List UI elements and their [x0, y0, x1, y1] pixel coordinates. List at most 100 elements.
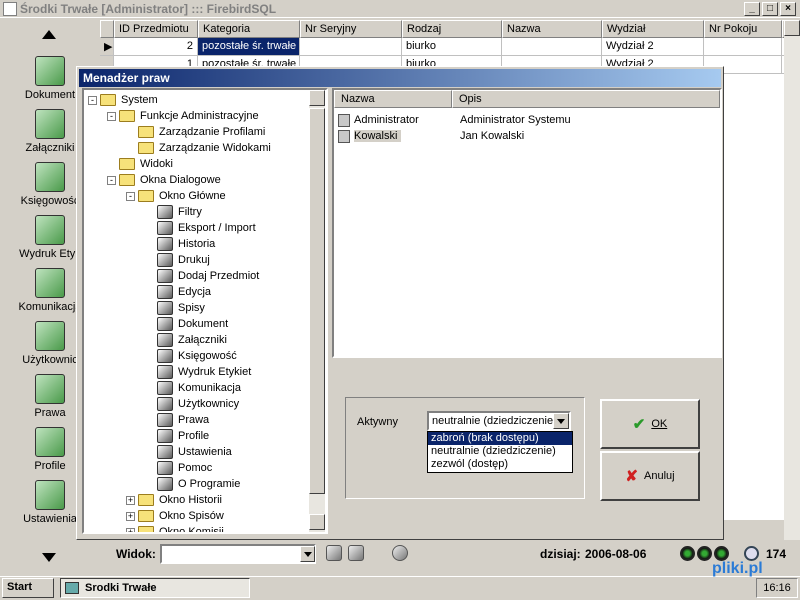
user-description: Jan Kowalski — [460, 130, 525, 142]
close-button[interactable]: × — [780, 2, 796, 16]
tree-node[interactable]: - Okno Główne — [126, 188, 228, 204]
user-row[interactable]: Administrator — [338, 112, 419, 128]
folder-icon — [138, 126, 154, 138]
users-list[interactable]: Nazwa Opis Administrator Administrator Sy… — [332, 88, 722, 358]
rights-tree[interactable]: - System - Funkcje Administracyjne Zarządzan… — [82, 88, 328, 534]
grid-column-header[interactable]: Kategoria — [198, 20, 300, 38]
view-combobox[interactable] — [160, 544, 316, 564]
tree-node[interactable]: Zarządzanie Widokami — [126, 140, 273, 156]
tree-node-label: Historia — [178, 238, 216, 250]
tree-scrollbar[interactable] — [309, 90, 325, 532]
cancel-button[interactable]: ✘ Anuluj — [600, 451, 700, 501]
tree-node[interactable]: Profile — [145, 428, 211, 444]
start-button[interactable]: Start — [2, 578, 54, 598]
tree-node[interactable]: Spisy — [145, 300, 207, 316]
grid-column-header[interactable]: Nazwa — [502, 20, 602, 38]
tree-node[interactable]: Użytkownicy — [145, 396, 241, 412]
grid-cell[interactable]: pozostałe śr. trwałe — [198, 38, 300, 56]
tree-scroll-thumb[interactable] — [309, 108, 325, 494]
maximize-button[interactable]: □ — [762, 2, 778, 16]
watermark-logo: pliki.pl — [712, 560, 763, 577]
tree-node[interactable]: Księgowość — [145, 348, 239, 364]
tree-node[interactable]: Zarządzanie Profilami — [126, 124, 267, 140]
expand-icon[interactable]: + — [126, 527, 135, 532]
tree-scroll-down[interactable] — [309, 514, 325, 530]
tree-node[interactable]: + Okno Historii — [126, 492, 224, 508]
tree-node-label: Wydruk Etykiet — [178, 366, 252, 378]
column-header-nazwa[interactable]: Nazwa — [334, 90, 452, 108]
grid-scrollbar[interactable] — [784, 20, 800, 540]
permission-icon — [157, 205, 173, 219]
grid-column-header[interactable]: Rodzaj — [402, 20, 502, 38]
grid-cell[interactable] — [300, 38, 402, 56]
collapse-icon[interactable]: - — [126, 191, 135, 201]
option-deny[interactable]: zabroń (brak dostępu) — [428, 432, 572, 445]
permission-icon — [157, 221, 173, 235]
grid-cell[interactable]: biurko — [402, 38, 502, 56]
tree-node[interactable]: - Okna Dialogowe — [107, 172, 223, 188]
expand-icon[interactable]: + — [126, 511, 135, 521]
tree-node[interactable]: Pomoc — [145, 460, 214, 476]
tree-node[interactable]: Załączniki — [145, 332, 229, 348]
tree-node[interactable]: + Okno Komisji — [126, 524, 226, 532]
tree-node[interactable]: Filtry — [145, 204, 204, 220]
chevron-down-icon[interactable] — [300, 546, 315, 562]
delete-view-icon[interactable] — [348, 545, 364, 561]
start-label: Start — [7, 581, 33, 593]
clock-icon — [744, 546, 759, 561]
grid-column-header[interactable]: ID Przedmiotu — [114, 20, 198, 38]
grid-cell[interactable]: Wydział 2 — [602, 38, 704, 56]
tree-node[interactable]: Dodaj Przedmiot — [145, 268, 261, 284]
minimize-button[interactable]: _ — [744, 2, 760, 16]
taskbar-item[interactable]: Srodki Trwałe — [60, 578, 250, 598]
tree-node-label: O Programie — [178, 478, 241, 490]
folder-icon — [138, 494, 154, 506]
scroll-up-icon[interactable] — [42, 30, 56, 39]
tree-node[interactable]: O Programie — [145, 476, 242, 492]
tree-node[interactable]: Edycja — [145, 284, 213, 300]
save-view-icon[interactable] — [326, 545, 342, 561]
tree-node[interactable]: - Funkcje Administracyjne — [107, 108, 261, 124]
folder-icon — [119, 174, 135, 186]
tree-node[interactable]: + Okno Spisów — [126, 508, 226, 524]
tree-scroll-up[interactable] — [309, 90, 325, 106]
ok-label: OK — [651, 418, 668, 430]
tree-node[interactable]: Prawa — [145, 412, 211, 428]
expand-icon[interactable]: + — [126, 495, 135, 505]
column-header-opis[interactable]: Opis — [452, 90, 720, 108]
active-dropdown-list[interactable]: zabroń (brak dostępu) neutralnie (dziedz… — [427, 431, 573, 473]
option-neutral[interactable]: neutralnie (dziedziczenie) — [428, 445, 572, 458]
tree-node[interactable]: Eksport / Import — [145, 220, 258, 236]
scroll-down-icon[interactable] — [42, 553, 56, 562]
grid-column-header[interactable]: Nr Pokoju — [704, 20, 782, 38]
tree-node[interactable]: Widoki — [107, 156, 175, 172]
active-combobox[interactable]: neutralnie (dziedziczenie) — [427, 411, 571, 431]
grid-column-header[interactable]: Wydział — [602, 20, 704, 38]
collapse-icon[interactable]: - — [107, 111, 116, 121]
tree-node[interactable]: Dokument — [145, 316, 230, 332]
user-row[interactable]: Kowalski — [338, 128, 402, 144]
barcode-icon — [35, 215, 65, 245]
collapse-icon[interactable]: - — [88, 95, 97, 105]
chevron-down-icon[interactable] — [553, 413, 569, 429]
refresh-icon[interactable] — [392, 545, 408, 561]
date-value: 2006-08-06 — [585, 547, 647, 561]
tree-node-label: Zarządzanie Profilami — [159, 126, 266, 138]
grid-cell[interactable] — [704, 38, 782, 56]
grid-column-header[interactable]: Nr Seryjny — [300, 20, 402, 38]
scroll-up-button[interactable] — [784, 20, 800, 36]
tree-node[interactable]: Wydruk Etykiet — [145, 364, 253, 380]
grid-cell[interactable]: 2 — [114, 38, 198, 56]
permission-icon — [157, 237, 173, 251]
tree-node[interactable]: Ustawienia — [145, 444, 234, 460]
ok-button[interactable]: ✔ OK — [600, 399, 700, 449]
permission-icon — [157, 301, 173, 315]
tree-node[interactable]: Historia — [145, 236, 217, 252]
checkmark-icon: ✔ — [632, 416, 646, 433]
grid-cell[interactable] — [502, 38, 602, 56]
tree-node[interactable]: Komunikacja — [145, 380, 243, 396]
option-allow[interactable]: zezwól (dostęp) — [428, 458, 572, 471]
tree-node[interactable]: - System — [88, 92, 160, 108]
tree-node[interactable]: Drukuj — [145, 252, 212, 268]
collapse-icon[interactable]: - — [107, 175, 116, 185]
